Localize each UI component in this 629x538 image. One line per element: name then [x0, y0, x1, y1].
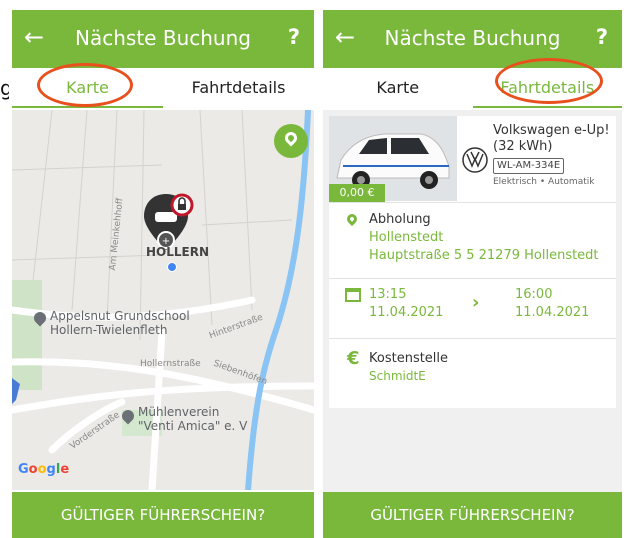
map-view[interactable]: Am Meinkehhoff Hinterstraße Hollernstraß…: [12, 110, 314, 490]
end-time: 16:00: [515, 287, 553, 302]
cost-center-value: SchmidtE: [369, 369, 426, 383]
page-title: Nächste Buchung: [384, 26, 561, 50]
divider: [329, 278, 616, 279]
details-screen: ← Nächste Buchung ? Karte Fahrtdetails 0…: [323, 10, 622, 538]
license-plate: WL-AM-334E: [493, 158, 565, 174]
map-screen: ← Nächste Buchung ? Karte Fahrtdetails A…: [12, 10, 314, 538]
poi-school: Appelsnut Grundschool Hollern-Twielenfle…: [50, 309, 190, 337]
help-button[interactable]: ?: [288, 23, 300, 51]
divider: [329, 202, 616, 203]
pickup-label: Abholung: [369, 212, 431, 227]
current-location-dot: [167, 262, 177, 272]
price-badge: 0,00 €: [329, 184, 385, 202]
tab-fahrtdetails[interactable]: Fahrtdetails: [163, 68, 314, 108]
tab-bar: Karte Fahrtdetails: [323, 68, 622, 108]
tab-karte[interactable]: Karte: [323, 68, 473, 108]
page-title: Nächste Buchung: [75, 26, 251, 50]
vehicle-pin-label: HOLLERN: [146, 245, 210, 259]
location-pin-icon: [344, 211, 360, 227]
tab-karte[interactable]: Karte: [12, 68, 163, 108]
euro-icon: €: [347, 348, 360, 369]
vw-logo: [462, 147, 488, 173]
street-label: Hollernstraße: [140, 359, 201, 369]
google-logo: Google: [18, 462, 70, 477]
pickup-location[interactable]: Hollenstedt: [369, 229, 443, 246]
locate-button[interactable]: [274, 124, 308, 158]
cost-center-label: Kostenstelle: [369, 351, 449, 366]
tab-fahrtdetails[interactable]: Fahrtdetails: [472, 68, 622, 108]
location-pin-icon: [282, 129, 300, 147]
calendar-icon: [345, 288, 361, 302]
tab-bar: Karte Fahrtdetails: [12, 68, 314, 108]
start-date: 11.04.2021: [369, 305, 444, 320]
map-roads: [12, 110, 314, 490]
cropped-edge-text: g: [0, 76, 9, 100]
poi-muehlenverein: Mühlenverein "Venti Amica" e. V: [138, 405, 248, 433]
divider: [329, 338, 616, 339]
start-time: 13:15: [369, 287, 407, 302]
help-button[interactable]: ?: [596, 23, 608, 51]
license-check-button[interactable]: GÜLTIGER FÜHRERSCHEIN?: [12, 492, 314, 538]
license-check-button[interactable]: GÜLTIGER FÜHRERSCHEIN?: [323, 492, 622, 538]
app-bar: ← Nächste Buchung ?: [12, 10, 314, 68]
end-date: 11.04.2021: [515, 305, 590, 320]
booking-card: 0,00 € Volkswagen e-Up! (32 kWh) WL-AM-3…: [329, 116, 616, 408]
app-bar: ← Nächste Buchung ?: [323, 10, 622, 68]
pickup-address[interactable]: Hauptstraße 5 5 21279 Hollenstedt: [369, 247, 599, 264]
vehicle-specs: Elektrisch • Automatik: [493, 177, 595, 187]
vehicle-name: Volkswagen e-Up! (32 kWh): [493, 123, 610, 154]
chevron-right-icon: ›: [472, 292, 480, 313]
